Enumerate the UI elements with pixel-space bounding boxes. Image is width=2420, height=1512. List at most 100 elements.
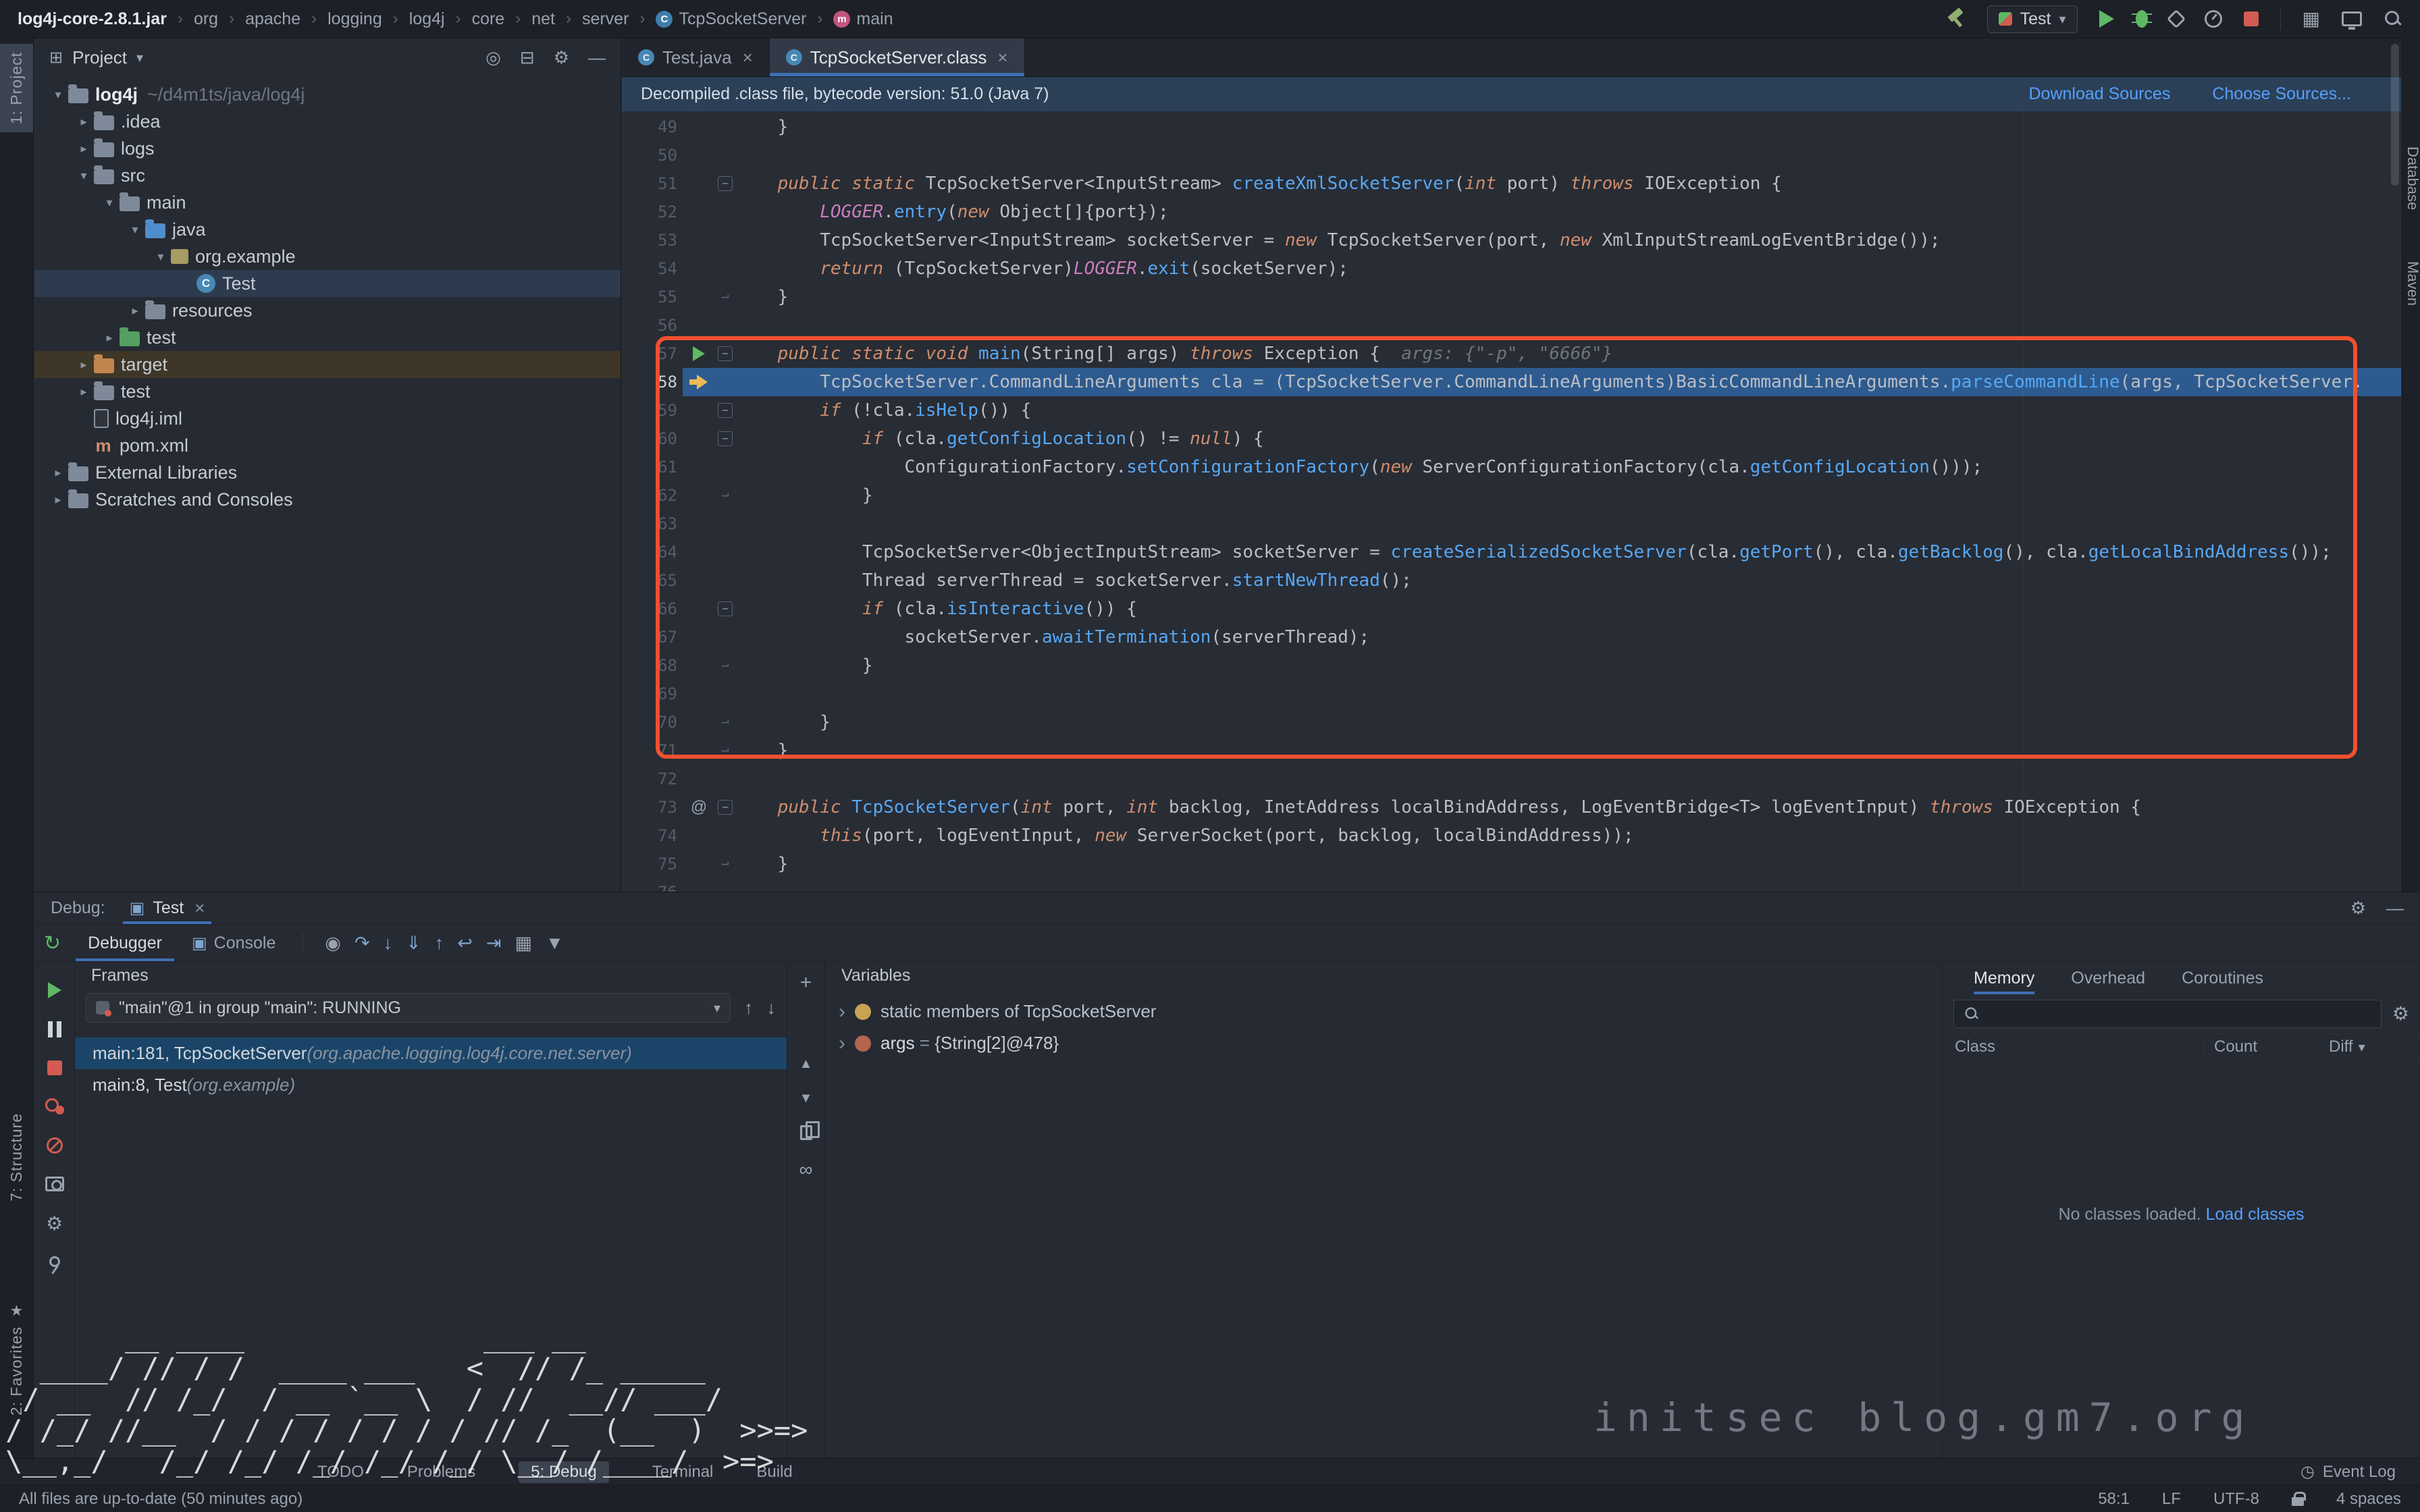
event-log-button[interactable]: Event Log [2323,1463,2396,1482]
tree-item-logs[interactable]: ▸logs [34,135,621,162]
toolwindow-button-5-debug[interactable]: 5: Debug [519,1461,608,1483]
code-line-67[interactable]: 67 socketServer.awaitTermination(serverT… [622,623,2401,651]
stop-button[interactable] [2244,11,2259,26]
move-up-icon[interactable]: ▲ [799,1056,813,1072]
editor-scrollbar[interactable] [2391,44,2399,186]
fold-slot[interactable]: − [715,425,735,453]
code-line-73[interactable]: 73@− public TcpSocketServer(int port, in… [622,793,2401,821]
thread-selector[interactable]: "main"@1 in group "main": RUNNING ▾ [86,993,731,1023]
debug-session-tab[interactable]: ▣ Test × [123,892,212,924]
memory-search-box[interactable] [1953,1000,2382,1028]
fold-collapse-icon[interactable]: − [718,431,733,446]
fold-end-icon[interactable]: ⌐ [721,481,729,510]
build-hammer-icon[interactable] [1945,9,1966,29]
tree-expand-icon[interactable]: ▾ [99,196,120,210]
fold-slot[interactable]: − [715,396,735,425]
run-button[interactable] [2099,10,2114,28]
code-line-76[interactable]: 76 [622,878,2401,892]
add-watch-icon[interactable]: + [800,971,812,994]
code-line-68[interactable]: 68⌐ } [622,651,2401,680]
tree-expand-icon[interactable]: ▸ [125,304,145,318]
tree-item-target[interactable]: ▸target [34,351,621,378]
code-line-53[interactable]: 53 TcpSocketServer<InputStream> socketSe… [622,226,2401,254]
fold-slot[interactable]: − [715,793,735,821]
mute-breakpoints-icon[interactable] [47,1137,63,1154]
indent-setting[interactable]: 4 spaces [2336,1490,2401,1509]
code-line-57[interactable]: 57− public static void main(String[] arg… [622,340,2401,368]
fold-collapse-icon[interactable]: − [718,800,733,815]
duplicate-watch-icon[interactable] [800,1125,812,1140]
pin-tab-icon[interactable] [49,1256,60,1267]
tree-expand-icon[interactable]: ▸ [48,493,68,507]
tree-expand-icon[interactable]: ▸ [74,115,94,129]
line-separator[interactable]: LF [2162,1490,2181,1509]
code-line-70[interactable]: 70⌐ } [622,708,2401,736]
tree-expand-icon[interactable]: ▾ [48,88,68,102]
filter-icon[interactable]: ▼ [539,933,571,954]
step-out-icon[interactable]: ↑ [428,933,451,954]
code-line-49[interactable]: 49 } [622,113,2401,141]
locate-file-icon[interactable]: ◎ [485,47,501,68]
memory-tab-overhead[interactable]: Overhead [2071,962,2145,994]
stripe-button-favorites[interactable]: ★ 2: Favorites [0,1294,33,1424]
choose-sources-link[interactable]: Choose Sources... [2212,84,2351,104]
code-line-62[interactable]: 62⌐ } [622,481,2401,510]
code-editor[interactable]: 49 }5051− public static TcpSocketServer<… [622,111,2401,892]
caret-position[interactable]: 58:1 [2098,1490,2130,1509]
fold-slot[interactable]: ⌐ [715,736,735,765]
chevron-down-icon[interactable]: ▾ [136,49,143,66]
tree-expand-icon[interactable]: ▸ [48,466,68,480]
code-line-65[interactable]: 65 Thread serverThread = socketServer.st… [622,566,2401,595]
column-class[interactable]: Class [1943,1037,2204,1056]
code-line-72[interactable]: 72 [622,765,2401,793]
breadcrumb-item-tcpsocketserver[interactable]: CTcpSocketServer [656,9,806,29]
code-line-50[interactable]: 50 [622,141,2401,169]
settings-gear-icon[interactable]: ⚙ [46,1214,63,1233]
move-down-icon[interactable]: ▼ [799,1091,813,1106]
tree-expand-icon[interactable]: ▸ [74,385,94,399]
toolwindow-button-build[interactable]: Build [756,1463,792,1482]
column-count[interactable]: Count [2204,1034,2319,1060]
tree-item-test[interactable]: CTest [34,270,621,297]
tree-item-test[interactable]: ▸test [34,324,621,351]
breadcrumb-item-apache[interactable]: apache [245,9,300,29]
run-line-icon[interactable] [693,346,705,361]
code-line-61[interactable]: 61 ConfigurationFactory.setConfiguration… [622,453,2401,481]
editor-tab-test-java[interactable]: CTest.java× [622,38,770,76]
stack-frame[interactable]: main:181, TcpSocketServer (org.apache.lo… [75,1037,787,1069]
next-frame-icon[interactable]: ↓ [767,998,777,1019]
step-over-icon[interactable]: ↷ [348,933,377,954]
tree-expand-icon[interactable]: ▸ [74,358,94,372]
tree-expand-icon[interactable]: ▾ [74,169,94,183]
tree-item-idea[interactable]: ▸.idea [34,108,621,135]
toolwindow-button-problems[interactable]: Problems [407,1463,475,1482]
force-step-into-icon[interactable]: ⇓ [399,933,428,954]
profiler-button[interactable] [2205,10,2222,28]
memory-tab-memory[interactable]: Memory [1974,962,2034,994]
breadcrumb-item-log4j-core-2-8-1-jar[interactable]: log4j-core-2.8.1.jar [18,9,167,29]
fold-collapse-icon[interactable]: − [718,176,733,191]
memory-tab-coroutines[interactable]: Coroutines [2182,962,2263,994]
tree-item-org-example[interactable]: ▾org.example [34,243,621,270]
tree-expand-icon[interactable]: ▾ [125,223,145,237]
breadcrumb-item-logging[interactable]: logging [327,9,382,29]
tool-windows-icon[interactable]: ▦ [2303,9,2320,28]
fold-slot[interactable]: ⌐ [715,850,735,878]
breadcrumb-item-main[interactable]: mmain [833,9,893,29]
drop-frame-icon[interactable]: ↩ [450,933,479,954]
variable-row[interactable]: ›static members of TcpSocketServer [825,996,1942,1027]
tree-expand-icon[interactable]: ▾ [151,250,171,264]
tree-item-pom-xml[interactable]: mpom.xml [34,432,621,459]
evaluate-expression-icon[interactable]: ▦ [508,933,539,954]
fold-slot[interactable]: − [715,340,735,368]
close-icon[interactable]: × [743,47,753,68]
code-line-59[interactable]: 59− if (!cla.isHelp()) { [622,396,2401,425]
debug-button[interactable] [2136,10,2148,28]
tree-item-java[interactable]: ▾java [34,216,621,243]
code-line-60[interactable]: 60− if (cla.getConfigLocation() != null)… [622,425,2401,453]
code-line-75[interactable]: 75⌐ } [622,850,2401,878]
code-line-63[interactable]: 63 [622,510,2401,538]
fold-slot[interactable]: − [715,169,735,198]
chevron-right-icon[interactable]: › [839,1000,845,1023]
fold-end-icon[interactable]: ⌐ [721,736,729,765]
